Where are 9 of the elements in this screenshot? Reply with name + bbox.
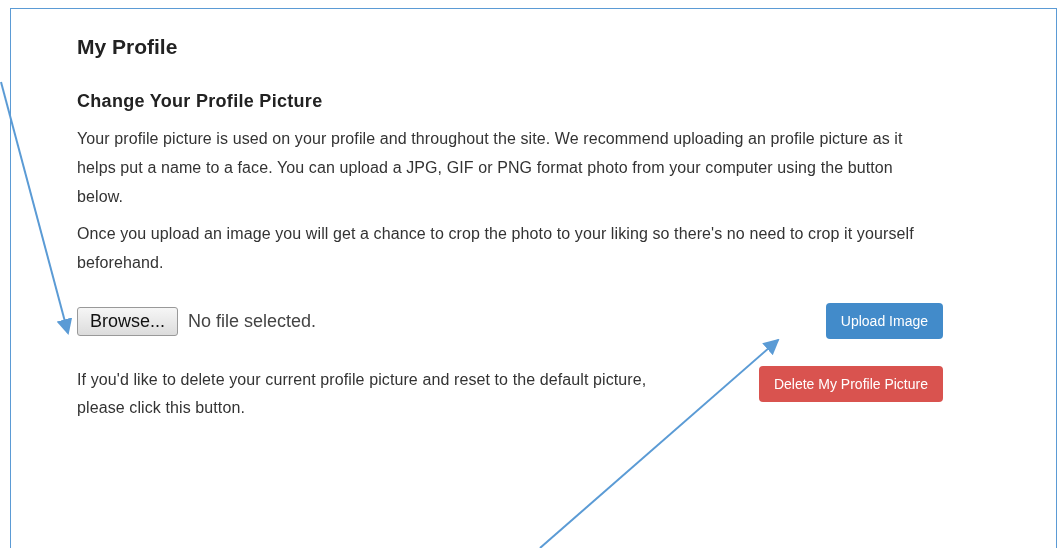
page-title: My Profile bbox=[77, 35, 179, 59]
browse-button[interactable]: Browse... bbox=[77, 306, 179, 336]
file-status: No file selected. bbox=[188, 310, 317, 332]
section-heading: Change Your Profile Picture bbox=[77, 91, 324, 112]
description-text: Your profile picture is used on your profile and throughout the site. We recommend uploading an profile picture as it helps put a name to a face. You can upload a JPG, GIF or PNG format photo from your computer using the button below. bbox=[77, 129, 904, 207]
upload-button[interactable]: Upload Image bbox=[825, 303, 943, 339]
delete-instructions: If you'd like to delete your current profile picture and reset to the default picture, please click this button. bbox=[77, 370, 648, 418]
description-text: Once you upload an image you will get a chance to crop the photo to your liking so there's no need to crop it yourself beforehand. bbox=[77, 224, 915, 273]
delete-button[interactable]: Delete My Profile Picture bbox=[758, 366, 943, 402]
